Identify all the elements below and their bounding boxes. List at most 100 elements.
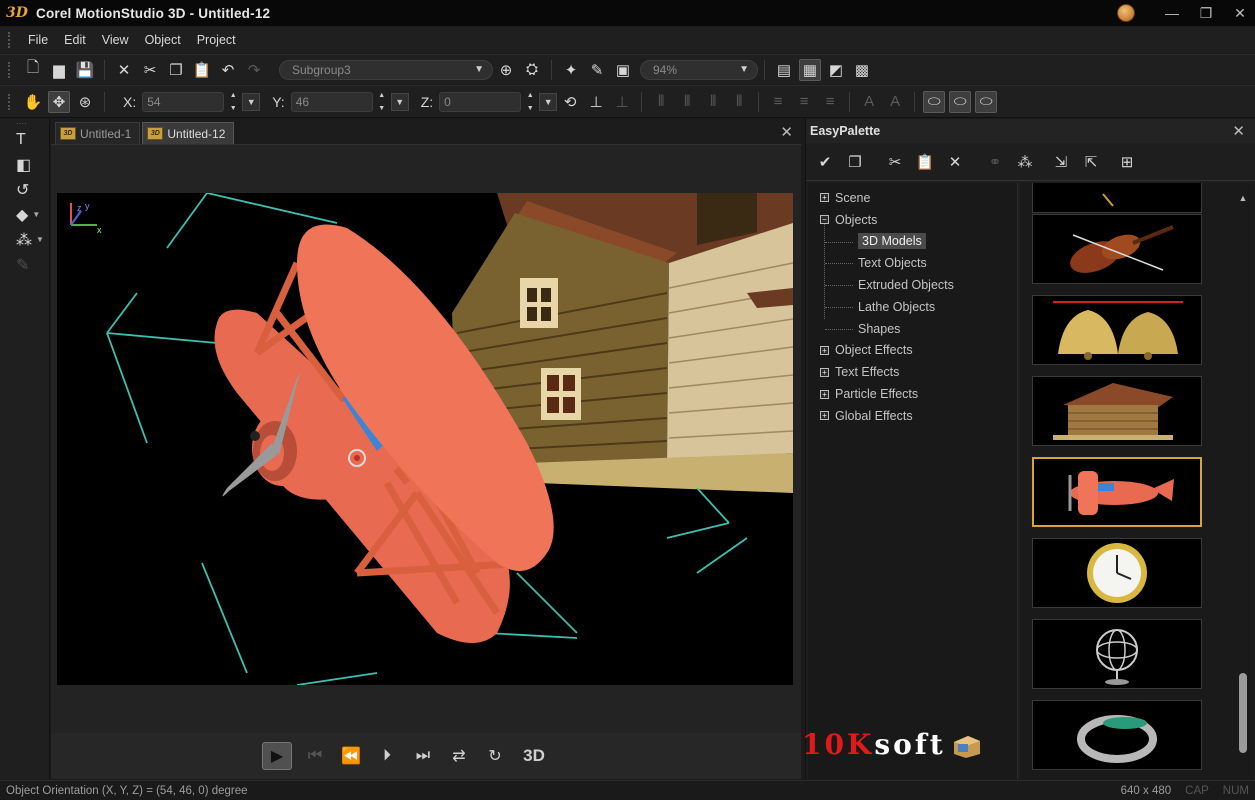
- gallery-scrollbar[interactable]: ▲: [1238, 193, 1248, 773]
- align-left-icon[interactable]: ⫴: [650, 91, 672, 113]
- save-icon[interactable]: 💾: [74, 59, 96, 81]
- gyroscope-thumbnail[interactable]: [1032, 619, 1202, 689]
- redo-icon[interactable]: ↷: [243, 59, 265, 81]
- next-frame-button[interactable]: ⏵: [374, 743, 400, 769]
- axis-icon[interactable]: ⊥: [585, 91, 607, 113]
- tree-item-particle-effects[interactable]: + Particle Effects: [808, 383, 1017, 405]
- cut-icon[interactable]: ✂: [884, 151, 906, 173]
- group-select[interactable]: Subgroup3 ▼: [279, 59, 493, 80]
- menu-edit[interactable]: Edit: [56, 33, 94, 47]
- apply-check-icon[interactable]: ✔: [814, 151, 836, 173]
- paste-icon[interactable]: 📋: [191, 59, 213, 81]
- tab-untitled-12[interactable]: 3D Untitled-12: [142, 122, 235, 144]
- play-button[interactable]: ▶: [262, 742, 292, 770]
- tree-item-extruded-objects[interactable]: Extruded Objects: [808, 274, 1017, 296]
- open-folder-icon[interactable]: ▆: [48, 59, 70, 81]
- close-palette-icon[interactable]: ✕: [1232, 122, 1245, 140]
- group-icon[interactable]: ⁂: [1014, 151, 1036, 173]
- tree-item-text-effects[interactable]: + Text Effects: [808, 361, 1017, 383]
- toolbar-grip[interactable]: [8, 93, 14, 110]
- go-to-end-button[interactable]: ⏭: [410, 743, 436, 769]
- cylinder-3-icon[interactable]: ⬭: [975, 90, 998, 113]
- previous-frame-button[interactable]: ⏪: [338, 743, 364, 769]
- maximize-button[interactable]: ❐: [1199, 5, 1213, 22]
- text-tool-icon[interactable]: T: [0, 127, 50, 152]
- duplicate-icon[interactable]: ❐: [844, 151, 866, 173]
- y-dropdown[interactable]: ▼: [390, 92, 409, 111]
- export-icon[interactable]: ⇱: [1080, 151, 1102, 173]
- tree-item-3d-models[interactable]: 3D Models: [808, 231, 1017, 253]
- cylinder-2-icon[interactable]: ⬭: [949, 90, 972, 113]
- undo-icon[interactable]: ↶: [217, 59, 239, 81]
- axis-alt-icon[interactable]: ⊥: [611, 91, 633, 113]
- toolbox-grip[interactable]: ····: [0, 119, 50, 128]
- light-icon[interactable]: ✦: [560, 59, 582, 81]
- z-input[interactable]: 0: [439, 91, 522, 112]
- move-icon[interactable]: ✥: [48, 90, 70, 113]
- z-spinner[interactable]: ▲ ▼: [523, 92, 537, 112]
- tree-item-global-effects[interactable]: + Global Effects: [808, 405, 1017, 427]
- preview-icon[interactable]: ▣: [612, 59, 634, 81]
- tab-untitled-1[interactable]: 3D Untitled-1: [55, 122, 141, 144]
- close-button[interactable]: ✕: [1233, 5, 1247, 22]
- import-icon[interactable]: ⇲: [1050, 151, 1072, 173]
- menu-grip[interactable]: [8, 32, 14, 48]
- menu-project[interactable]: Project: [189, 33, 244, 47]
- tree-item-scene[interactable]: + Scene: [808, 187, 1017, 209]
- 3d-mode-button[interactable]: 3D: [518, 743, 550, 769]
- delete-icon[interactable]: ✕: [113, 59, 135, 81]
- clock-thumbnail[interactable]: [1032, 538, 1202, 608]
- align-right-icon[interactable]: ⫴: [702, 91, 724, 113]
- add-to-palette-icon[interactable]: ⊞: [1116, 151, 1138, 173]
- pan-hand-icon[interactable]: ✋: [22, 91, 44, 113]
- text-align-right-icon[interactable]: ≡: [819, 91, 841, 113]
- expand-icon[interactable]: +: [820, 411, 829, 421]
- layout-3-icon[interactable]: ◩: [825, 59, 847, 81]
- x-spinner[interactable]: ▲ ▼: [226, 92, 240, 112]
- layout-2-icon[interactable]: ▦: [799, 58, 821, 81]
- brush-icon[interactable]: ✎: [586, 59, 608, 81]
- tree-item-lathe-objects[interactable]: Lathe Objects: [808, 296, 1017, 318]
- tree-item-objects[interactable]: − Objects: [808, 209, 1017, 231]
- new-file-icon[interactable]: 🗋: [22, 59, 44, 81]
- scroll-up-icon[interactable]: ▲: [1238, 193, 1248, 203]
- toolbar-grip[interactable]: [8, 61, 14, 78]
- expand-icon[interactable]: +: [820, 367, 829, 377]
- text-align-center-icon[interactable]: ≡: [793, 91, 815, 113]
- expand-icon[interactable]: +: [820, 193, 829, 203]
- scrollbar-thumb[interactable]: [1239, 673, 1247, 753]
- menu-file[interactable]: File: [20, 33, 56, 47]
- violin-thumbnail[interactable]: [1032, 214, 1202, 284]
- globe-view-icon[interactable]: ⊕: [495, 59, 517, 81]
- menu-view[interactable]: View: [94, 33, 137, 47]
- go-to-start-button[interactable]: ⏮: [302, 743, 328, 769]
- particle-tool-icon[interactable]: ⁂ ▼: [0, 227, 50, 252]
- x-input[interactable]: 54: [142, 91, 225, 112]
- align-center-icon[interactable]: ⫴: [676, 91, 698, 113]
- cut-icon[interactable]: ✂: [139, 59, 161, 81]
- ping-pong-icon[interactable]: ⇄: [446, 743, 472, 769]
- close-document-icon[interactable]: ✕: [780, 123, 793, 141]
- x-dropdown[interactable]: ▼: [242, 92, 261, 111]
- camera-icon[interactable]: ⛭: [521, 59, 543, 81]
- cylinder-1-icon[interactable]: ⬭: [923, 90, 946, 113]
- text-style-2-icon[interactable]: A: [884, 91, 906, 113]
- z-dropdown[interactable]: ▼: [539, 92, 558, 111]
- edit-tool-icon[interactable]: ✎: [0, 252, 50, 277]
- text-style-1-icon[interactable]: A: [858, 91, 880, 113]
- zoom-select[interactable]: 94% ▼: [640, 59, 758, 80]
- y-input[interactable]: 46: [290, 91, 373, 112]
- layout-4-icon[interactable]: ▩: [851, 59, 873, 81]
- expand-icon[interactable]: +: [820, 389, 829, 399]
- airplane-thumbnail[interactable]: [1032, 457, 1202, 527]
- loop-icon[interactable]: ↻: [482, 743, 508, 769]
- copy-icon[interactable]: ❐: [165, 59, 187, 81]
- rotate-icon[interactable]: ⊛: [74, 91, 96, 113]
- guitar-thumbnail[interactable]: [1032, 183, 1202, 213]
- layout-1-icon[interactable]: ▤: [773, 59, 795, 81]
- text-align-left-icon[interactable]: ≡: [767, 91, 789, 113]
- bells-thumbnail[interactable]: [1032, 295, 1202, 365]
- paste-icon[interactable]: 📋: [914, 151, 936, 173]
- y-spinner[interactable]: ▲ ▼: [375, 92, 389, 112]
- shape-tool-icon[interactable]: ◆ ▼: [0, 202, 50, 227]
